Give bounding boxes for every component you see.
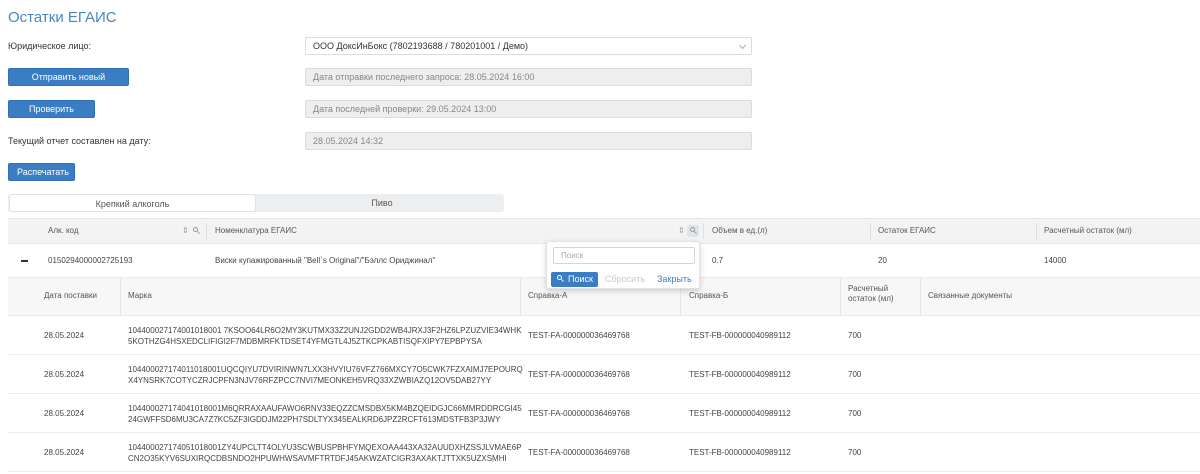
ref-a-cell: TEST-FA-000000036469768	[528, 370, 630, 379]
supply-date-cell: 28.05.2024	[44, 331, 85, 340]
sort-icon[interactable]: ⇕	[182, 226, 189, 236]
last-request-field: Дата отправки последнего запроса: 28.05.…	[305, 68, 752, 86]
send-request-button[interactable]: Отправить новый запрос	[8, 68, 129, 98]
tab-strong-alcohol[interactable]: Крепкий алкоголь	[9, 194, 256, 212]
column-header-egais-rest: Остаток ЕГАИС	[878, 226, 936, 235]
report-date-label: Текущий отчет составлен на дату:	[8, 136, 151, 146]
column-header-ref-b: Справка-Б	[689, 291, 729, 300]
column-header-calc-rest: Расчетный остаток (мл)	[1044, 226, 1132, 235]
filter-search-icon[interactable]	[687, 225, 699, 237]
chevron-down-icon	[738, 41, 747, 50]
last-check-field: Дата последней проверки: 29.05.2024 13:0…	[305, 100, 752, 118]
page-title: Остатки ЕГАИС	[8, 9, 117, 26]
table-row[interactable]: 28.05.2024 104400027174051018001ZY4UPCLT…	[8, 433, 1200, 472]
rest-cell: 700	[848, 409, 862, 418]
legal-entity-select[interactable]: ООО ДоксИнБокс (7802193688 / 780201001 /…	[305, 37, 752, 55]
nomenclature-cell: Виски купажированный "Bell`s Original"/"…	[215, 256, 436, 265]
mark-cell: 104400027174001018001 7KSOO64LR6O2MY3KUT…	[128, 326, 522, 346]
filter-search-icon[interactable]	[190, 225, 202, 237]
ref-a-cell: TEST-FA-000000036469768	[528, 448, 630, 457]
filter-popup: Поиск Поиск Сбросить Закрыть	[546, 241, 700, 289]
ref-b-cell: TEST-FB-000000040989112	[689, 370, 791, 379]
ref-a-cell: TEST-FA-000000036469768	[528, 331, 630, 340]
check-response-button[interactable]: Проверить ответ	[8, 100, 95, 130]
ref-b-cell: TEST-FB-000000040989112	[689, 409, 791, 418]
legal-entity-value: ООО ДоксИнБокс (7802193688 / 780201001 /…	[313, 41, 529, 51]
rest-cell: 700	[848, 331, 862, 340]
table-row[interactable]: 28.05.2024 104400027174041018001M6QRRAXA…	[8, 394, 1200, 433]
legal-entity-label: Юридическое лицо:	[8, 41, 91, 51]
alc-code-cell: 0150294000002725193	[48, 256, 133, 265]
category-tabs: Крепкий алкоголь Пиво	[8, 194, 504, 212]
table-row[interactable]: 28.05.2024 104400027174011018001UQCQIYU7…	[8, 355, 1200, 394]
column-header-mark: Марка	[128, 291, 152, 300]
supply-date-cell: 28.05.2024	[44, 448, 85, 457]
column-header-volume: Объем в ед.(л)	[712, 226, 768, 235]
mark-cell: 104400027174041018001M6QRRAXAAUFAWO6RNV3…	[128, 404, 522, 424]
calc-rest-cell: 14000	[1044, 256, 1067, 265]
column-header-detail-calc-rest: Расчетный остаток (мл)	[848, 284, 894, 303]
supply-date-cell: 28.05.2024	[44, 409, 85, 418]
filter-reset-button[interactable]: Сбросить	[605, 272, 645, 287]
rest-cell: 700	[848, 370, 862, 379]
sort-icon[interactable]: ⇕	[678, 226, 685, 236]
column-header-related-docs: Связанные документы	[928, 291, 1013, 300]
print-button[interactable]: Распечатать	[8, 163, 75, 181]
supply-date-cell: 28.05.2024	[44, 370, 85, 379]
ref-b-cell: TEST-FB-000000040989112	[689, 448, 791, 457]
column-header-ref-a: Справка-А	[528, 291, 568, 300]
ref-a-cell: TEST-FA-000000036469768	[528, 409, 630, 418]
column-header-alc-code: Алк. код	[48, 226, 79, 235]
report-date-field: 28.05.2024 14:32	[305, 132, 752, 150]
filter-search-button[interactable]: Поиск	[551, 272, 598, 287]
filter-search-button-label: Поиск	[568, 274, 593, 284]
collapse-icon[interactable]	[21, 260, 28, 262]
volume-cell: 0.7	[712, 256, 724, 265]
mark-cell: 104400027174051018001ZY4UPCLTT4OLYU3SCWB…	[128, 443, 522, 463]
column-header-supply-date: Дата поставки	[44, 291, 97, 300]
table-row[interactable]: 28.05.2024 104400027174001018001 7KSOO64…	[8, 316, 1200, 355]
mark-cell: 104400027174011018001UQCQIYU7DVIRINWN7LX…	[128, 365, 523, 385]
egais-rest-cell: 20	[878, 256, 887, 265]
tab-beer[interactable]: Пиво	[260, 194, 504, 212]
filter-close-button[interactable]: Закрыть	[657, 272, 692, 287]
column-header-nomenclature: Номенклатура ЕГАИС	[215, 226, 297, 235]
filter-search-input[interactable]: Поиск	[553, 247, 695, 264]
ref-b-cell: TEST-FB-000000040989112	[689, 331, 791, 340]
rest-cell: 700	[848, 448, 862, 457]
